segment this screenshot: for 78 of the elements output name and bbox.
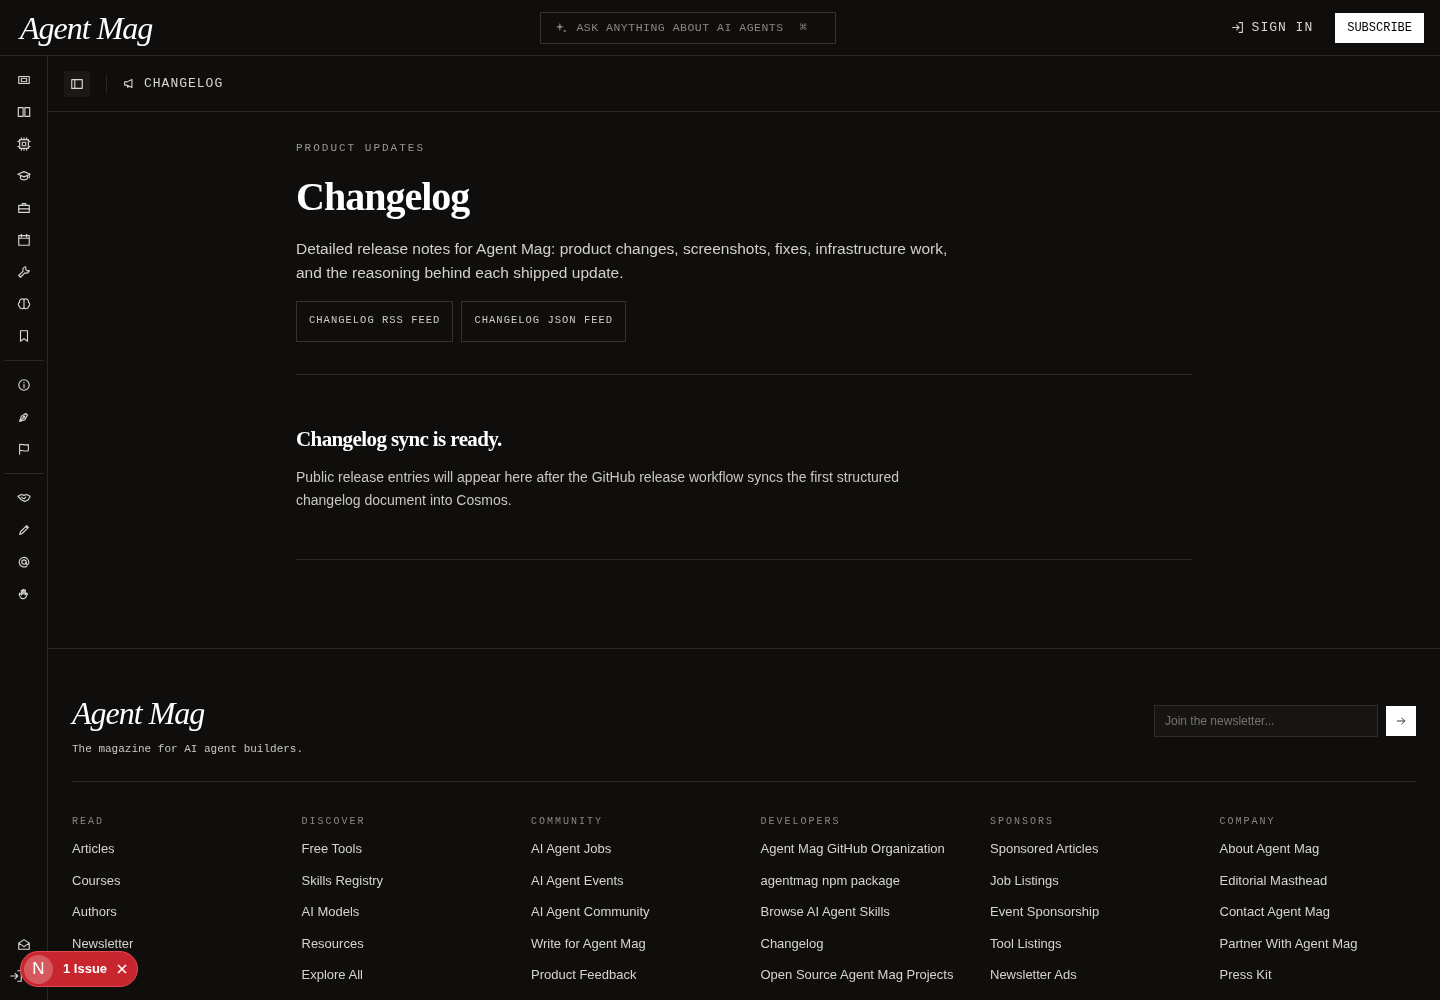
arrow-right-icon	[1395, 714, 1407, 727]
column-heading: DEVELOPERS	[760, 815, 842, 830]
megaphone-icon	[123, 77, 136, 90]
close-icon[interactable]	[117, 964, 128, 974]
submit-button[interactable]	[1386, 705, 1416, 736]
info-icon	[16, 378, 31, 392]
footer-link[interactable]: agentmag npm package	[760, 870, 957, 903]
footer-link[interactable]: Explore All	[301, 965, 498, 997]
feed-button[interactable]: CHANGELOG RSS FEED	[296, 300, 454, 342]
sign-in-rail-button[interactable]	[7, 967, 25, 985]
footer-link[interactable]: Agent Mag GitHub Organization	[760, 839, 957, 871]
footer-link[interactable]: Contact Agent Mag	[1219, 902, 1416, 934]
pen-nib-icon	[16, 410, 31, 424]
footer-link[interactable]: AI Agent Jobs	[531, 839, 728, 871]
chip-rail-button[interactable]	[14, 135, 33, 153]
column-heading: COMPANY	[1219, 815, 1277, 830]
footer-link[interactable]: Free Tools	[301, 839, 498, 871]
footer-link[interactable]: Skills Registry	[301, 870, 498, 903]
newspaper-icon	[16, 73, 31, 87]
page-title: Changelog	[296, 172, 471, 221]
notice-title: Changelog sync is ready.	[296, 426, 503, 452]
footer-link[interactable]: AI Agent Events	[531, 870, 728, 903]
footer-link[interactable]: Job Listings	[990, 870, 1187, 903]
footer-link[interactable]: Courses	[72, 870, 269, 903]
logo[interactable]: Agent Mag	[20, 3, 153, 52]
avatar: N	[24, 954, 53, 984]
search-field[interactable]: ASK ANYTHING ABOUT AI AGENTS ⌘	[540, 11, 837, 44]
wrench-icon	[16, 265, 31, 279]
footer-link[interactable]: Browse AI Agent Skills	[760, 902, 957, 934]
column-heading: COMMUNITY	[531, 815, 604, 830]
footer-logo[interactable]: Agent Mag	[72, 688, 304, 737]
issue-toast[interactable]: N 1 Issue	[20, 951, 139, 987]
column-heading: SPONSORS	[990, 815, 1055, 830]
newsletter-field[interactable]: Join the newsletter...	[1154, 704, 1378, 737]
sign-in-button[interactable]: SIGN IN	[1224, 16, 1320, 39]
footer-link[interactable]: About Agent Mag	[1219, 839, 1416, 871]
calendar-icon	[16, 233, 31, 247]
footer-link[interactable]: Press Kit	[1219, 965, 1416, 997]
footer-link[interactable]: AI Agent Community	[531, 902, 728, 934]
at-sign-icon	[16, 555, 31, 569]
feed-button[interactable]: CHANGELOG JSON FEED	[461, 300, 627, 342]
footer-link[interactable]: Authors	[72, 902, 269, 934]
footer-link[interactable]: Editorial Masthead	[1219, 870, 1416, 903]
briefcase-icon	[16, 201, 31, 215]
graduation-cap-icon	[16, 169, 31, 183]
footer-link[interactable]: Articles	[72, 839, 269, 871]
search-placeholder: ASK ANYTHING ABOUT AI AGENTS	[576, 19, 784, 36]
pencil-icon	[16, 523, 31, 537]
footer-link[interactable]: Product Feedback	[531, 965, 728, 997]
footer-link[interactable]: Newsletter Ads	[990, 965, 1187, 997]
footer-link[interactable]: Open Source Agent Mag Projects	[760, 965, 957, 997]
footer-link[interactable]: AI Models	[301, 902, 498, 934]
footer-link[interactable]: Resources	[301, 933, 498, 966]
shortcut-key: ⌘	[799, 18, 808, 37]
sign-in-icon	[9, 969, 23, 983]
page-description: Detailed release notes for Agent Mag: product changes, screenshots, fixes, infrastructure work, and the reasoning behind each shipped update.	[296, 238, 949, 283]
eyebrow-label: PRODUCT UPDATES	[296, 141, 427, 156]
envelope-icon	[16, 937, 31, 951]
subscribe-button[interactable]: SUBSCRIBE	[1335, 12, 1424, 43]
tagline: The magazine for AI agent builders.	[72, 741, 304, 757]
brain-icon	[16, 297, 31, 311]
footer-link[interactable]: Tool Listings	[990, 933, 1187, 966]
sidebar-toggle-button[interactable]	[64, 70, 90, 97]
notice-text: Public release entries will appear here after the GitHub release workflow syncs the first structured changelog document into Cosmos.	[296, 467, 901, 510]
footer-link[interactable]: Partner With Agent Mag	[1219, 933, 1416, 966]
column-heading: READ	[72, 815, 105, 830]
flag-icon	[16, 442, 31, 456]
column-heading: DISCOVER	[301, 815, 367, 830]
book-icon	[16, 105, 31, 119]
footer-link[interactable]: Write for Agent Mag	[531, 933, 728, 966]
issue-label: 1 Issue	[63, 960, 108, 979]
sidebar-icon	[70, 76, 84, 91]
footer-link[interactable]: Changelog	[760, 933, 957, 966]
footer-link[interactable]: Sponsored Articles	[990, 839, 1187, 871]
sign-in-icon	[1230, 21, 1244, 34]
breadcrumb-label: CHANGELOG	[144, 74, 224, 93]
chip-icon	[16, 137, 31, 151]
footer-link[interactable]: Event Sponsorship	[990, 902, 1187, 934]
